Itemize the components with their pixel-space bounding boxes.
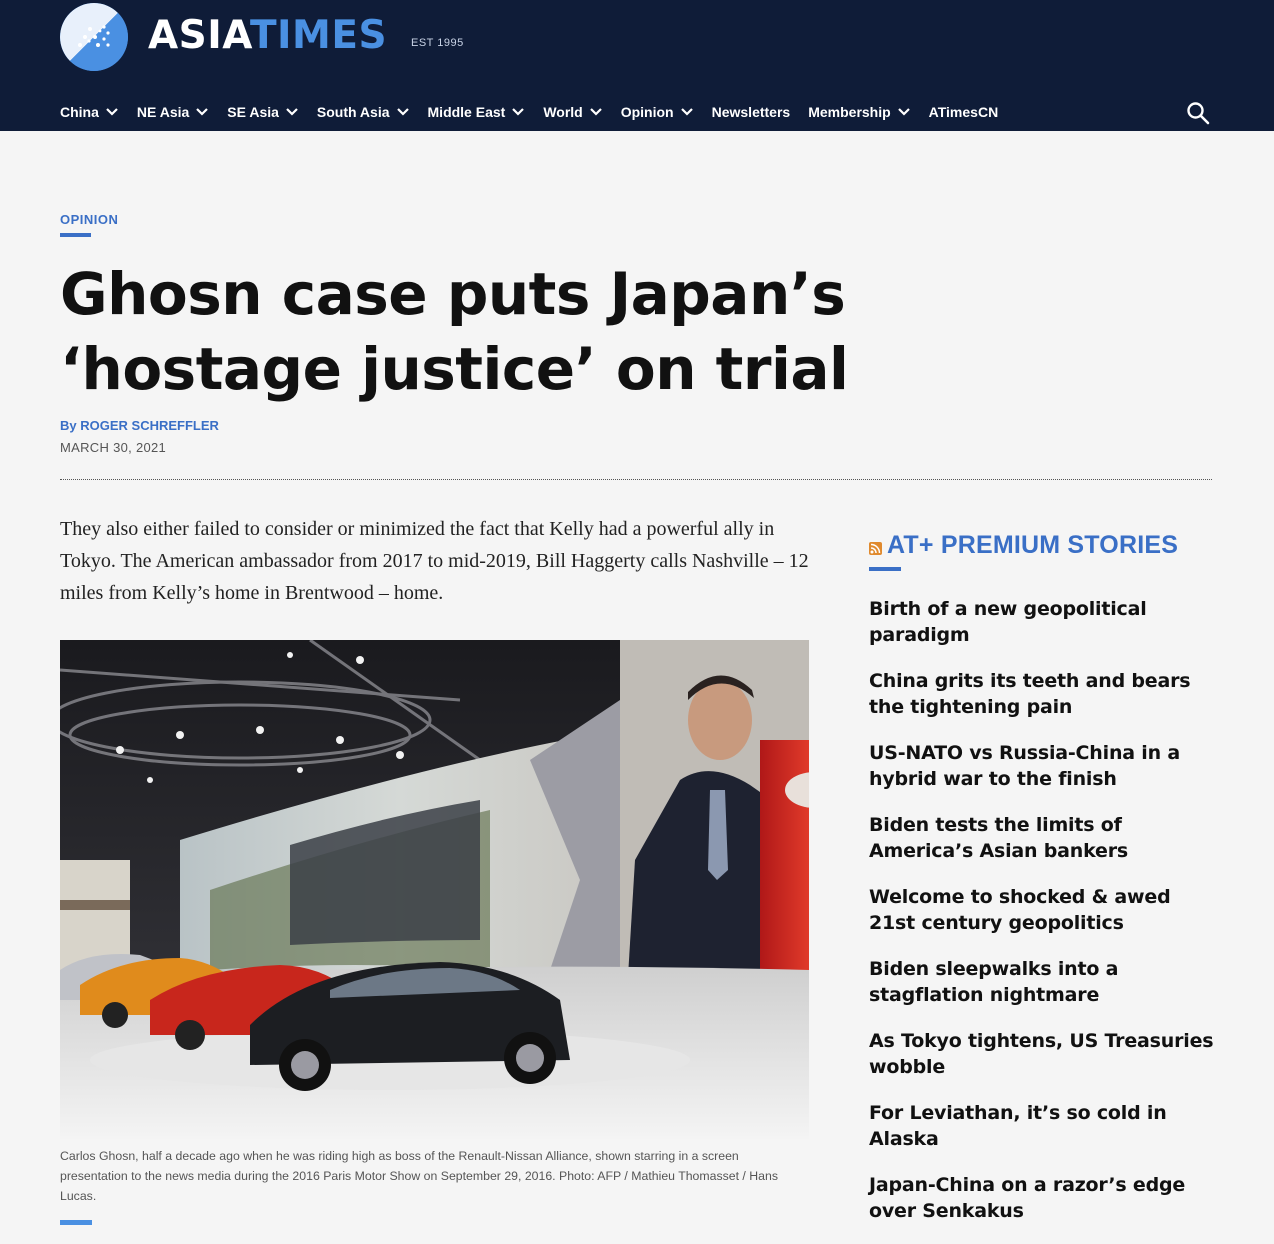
premium-story-link[interactable]: Japan-China on a razor’s edge over Senka… [869,1172,1219,1244]
logo-asia: ASIA [148,13,250,58]
nav-item-newsletters[interactable]: Newsletters [712,104,791,120]
nav-item-label: Newsletters [711,104,791,120]
premium-story-link[interactable]: US-NATO vs Russia-China in a hybrid war … [869,740,1219,812]
article-photo [60,640,809,1139]
nav-item-label: SE Asia [227,104,279,120]
byline-by: By [60,418,77,433]
nav-item-china[interactable]: China [60,104,119,120]
premium-story-link[interactable]: Welcome to shocked & awed 21st century g… [869,884,1219,956]
author-link[interactable]: ROGER SCHREFFLER [80,418,219,433]
nav-item-ne-asia[interactable]: NE Asia [137,104,209,120]
nav-item-se-asia[interactable]: SE Asia [227,104,299,120]
nav-item-south-asia[interactable]: South Asia [317,104,410,120]
byline: By ROGER SCHREFFLER [60,418,219,433]
header-divider [60,479,1212,480]
nav-item-membership[interactable]: Membership [808,104,910,120]
chevron-down-icon[interactable] [396,107,410,117]
article-paragraph: They also either failed to consider or m… [60,518,809,604]
search-icon[interactable] [1186,101,1210,125]
nav-item-label: Membership [808,104,891,120]
nav-item-label: NE Asia [136,104,190,120]
chevron-down-icon[interactable] [680,107,694,117]
publish-date: MARCH 30, 2021 [60,440,167,455]
nav-item-label: ATimesCN [928,104,999,120]
article-headline: Ghosn case puts Japan’s ‘hostage justice… [60,260,849,403]
category-underline [60,233,91,237]
premium-story-link[interactable]: For Leviathan, it’s so cold in Alaska [869,1100,1219,1172]
chevron-down-icon[interactable] [897,107,911,117]
chevron-down-icon[interactable] [589,107,603,117]
site-header: ASIATIMES EST 1995 China NE Asia SE Asia So… [0,0,1274,131]
nav-item-label: China [60,104,99,120]
section-accent-bar [60,1220,92,1225]
chevron-down-icon[interactable] [285,107,299,117]
photo-caption: Carlos Ghosn, half a decade ago when he … [60,1149,778,1203]
premium-story-link[interactable]: China grits its teeth and bears the tigh… [869,668,1219,740]
premium-story-link[interactable]: Birth of a new geopolitical paradigm [869,596,1219,668]
site-logo-wordmark[interactable]: ASIATIMES [148,13,387,59]
main-nav: China NE Asia SE Asia South Asia Middle East… [60,100,1016,124]
nav-item-label: South Asia [316,104,390,120]
premium-stories-list: Birth of a new geopolitical paradigm Chin… [869,596,1219,1244]
sidebar-header: AT+ PREMIUM STORIES [869,531,1178,560]
logo-times: TIMES [249,13,388,58]
sidebar-title[interactable]: AT+ PREMIUM STORIES [887,531,1178,560]
logo-established: EST 1995 [411,37,464,49]
nav-item-opinion[interactable]: Opinion [621,104,694,120]
rss-icon[interactable] [869,542,882,555]
sidebar-underline [869,567,901,571]
asia-times-logo-icon[interactable] [60,3,128,71]
premium-story-link[interactable]: As Tokyo tightens, US Treasuries wobble [869,1028,1219,1100]
nav-item-label: Middle East [427,104,506,120]
premium-story-link[interactable]: Biden sleepwalks into a stagflation nigh… [869,956,1219,1028]
article-category[interactable]: OPINION [60,212,118,227]
chevron-down-icon[interactable] [105,107,119,117]
premium-story-link[interactable]: Biden tests the limits of America’s Asia… [869,812,1219,884]
nav-item-label: World [543,104,583,120]
chevron-down-icon[interactable] [511,107,525,117]
nav-item-middle-east[interactable]: Middle East [428,104,526,120]
nav-item-world[interactable]: World [543,104,602,120]
nav-item-atimescn[interactable]: ATimesCN [929,104,999,120]
chevron-down-icon[interactable] [195,107,209,117]
nav-item-label: Opinion [620,104,674,120]
